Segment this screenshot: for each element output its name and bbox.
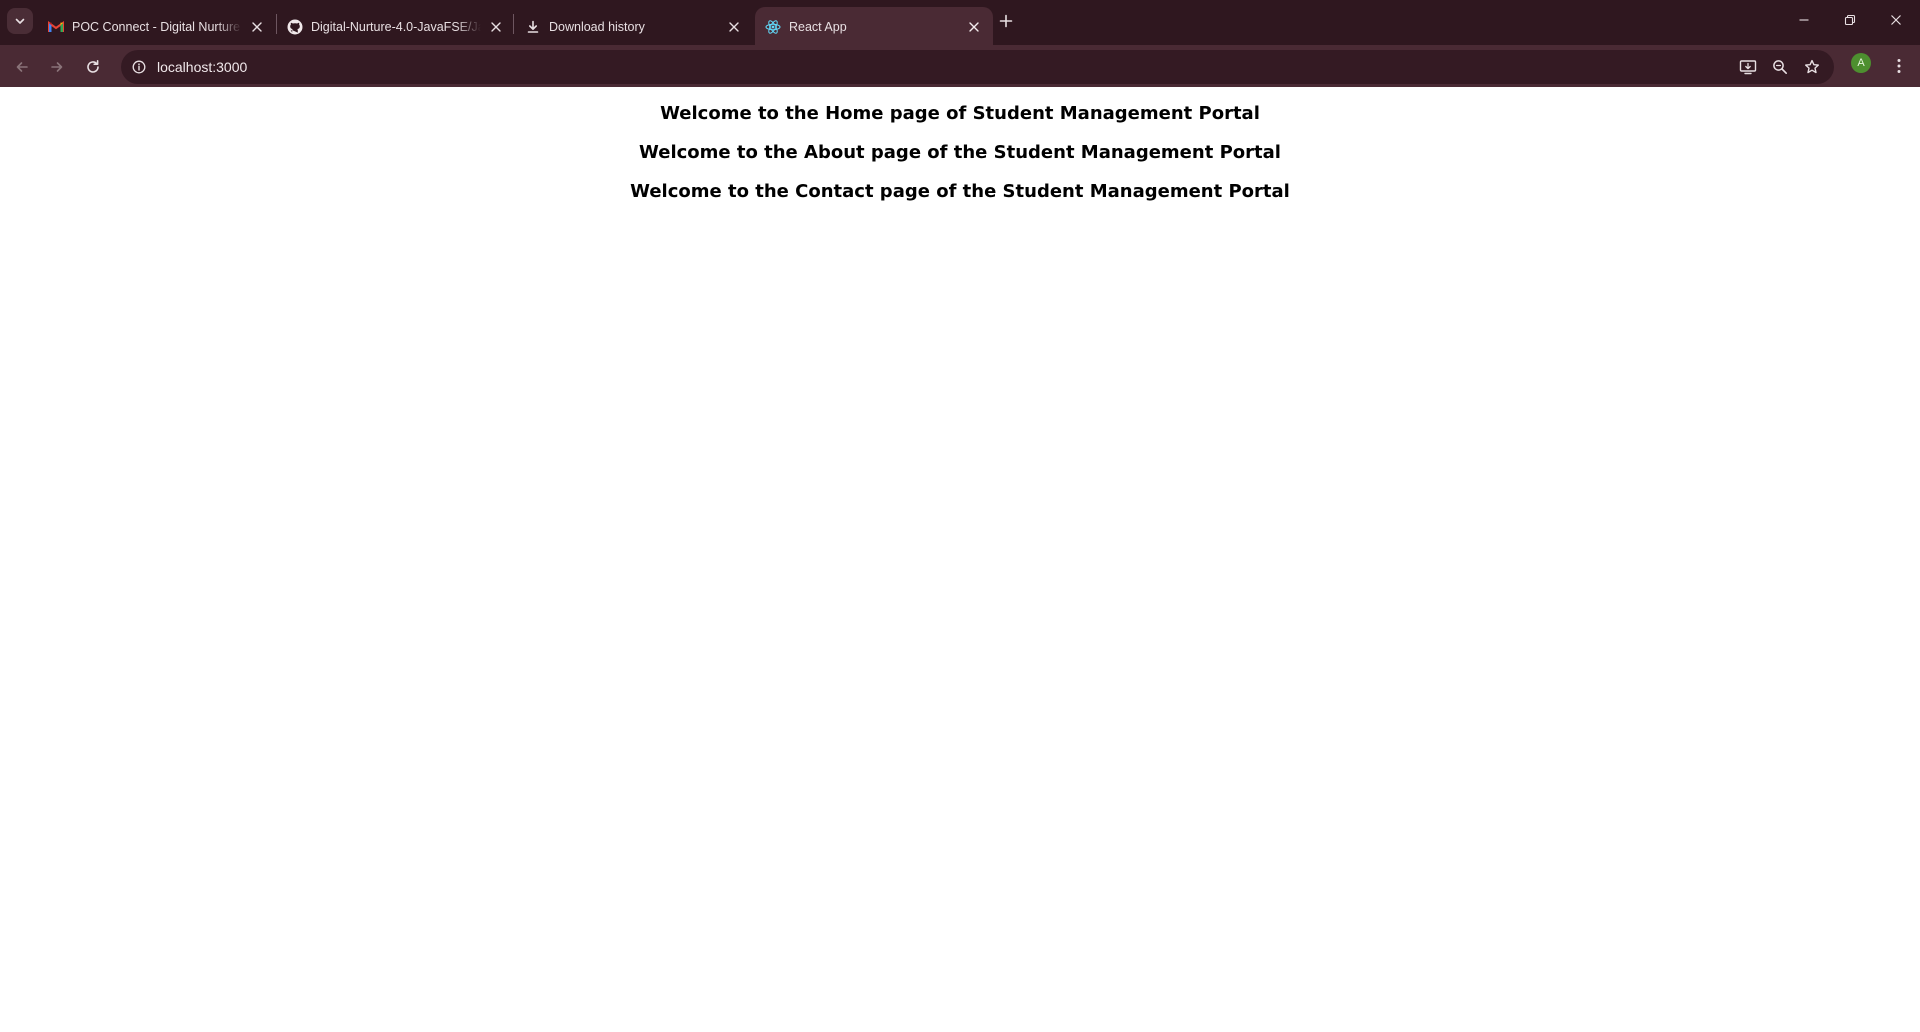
browser-toolbar: localhost:3000 A: [0, 45, 1920, 87]
close-icon[interactable]: [487, 18, 505, 36]
close-icon[interactable]: [725, 18, 743, 36]
chevron-down-icon: [15, 18, 25, 24]
tab-poc-connect[interactable]: POC Connect - Digital Nurture 4: [38, 7, 276, 45]
forward-button[interactable]: [43, 53, 71, 81]
close-icon[interactable]: [965, 18, 983, 36]
zoom-icon[interactable]: [1769, 56, 1791, 78]
minimize-icon: [1799, 19, 1809, 21]
tab-title: Download history: [549, 20, 645, 34]
tab-react-app[interactable]: React App: [755, 7, 993, 45]
profile-avatar[interactable]: A: [1851, 53, 1871, 73]
close-icon: [1891, 15, 1901, 25]
tab-title: POC Connect - Digital Nurture 4: [72, 20, 242, 34]
back-button[interactable]: [8, 53, 36, 81]
download-icon: [525, 19, 541, 35]
tab-divider: [513, 14, 514, 34]
home-heading: Welcome to the Home page of Student Mana…: [660, 103, 1260, 124]
restore-button[interactable]: [1827, 6, 1873, 34]
address-bar[interactable]: localhost:3000: [121, 50, 1834, 84]
close-window-button[interactable]: [1873, 6, 1919, 34]
arrow-left-icon: [16, 62, 28, 72]
tab-strip: POC Connect - Digital Nurture 4 Digital-…: [0, 0, 1920, 45]
restore-icon: [1844, 14, 1856, 26]
tab-github[interactable]: Digital-Nurture-4.0-JavaFSE/Java: [277, 7, 515, 45]
arrow-right-icon: [51, 62, 63, 72]
new-tab-button[interactable]: [994, 9, 1018, 33]
tab-title: React App: [789, 20, 847, 34]
install-app-icon[interactable]: [1737, 56, 1759, 78]
gmail-icon: [48, 19, 64, 35]
react-icon: [765, 19, 781, 35]
reload-button[interactable]: [79, 53, 107, 81]
tab-download-history[interactable]: Download history: [515, 7, 753, 45]
close-icon[interactable]: [248, 18, 266, 36]
minimize-button[interactable]: [1781, 6, 1827, 34]
contact-heading: Welcome to the Contact page of the Stude…: [630, 181, 1290, 202]
tab-search-button[interactable]: [7, 8, 33, 34]
site-info-icon[interactable]: [130, 58, 148, 76]
page-content: Welcome to the Home page of Student Mana…: [0, 87, 1920, 1032]
more-vertical-icon: [1897, 59, 1901, 73]
url-text: localhost:3000: [157, 59, 248, 75]
tab-title: Digital-Nurture-4.0-JavaFSE/Java: [311, 20, 481, 34]
reload-icon: [87, 60, 99, 73]
browser-menu-button[interactable]: [1888, 53, 1910, 79]
about-heading: Welcome to the About page of the Student…: [639, 142, 1281, 163]
bookmark-star-icon[interactable]: [1801, 56, 1823, 78]
github-icon: [287, 19, 303, 35]
plus-icon: [999, 14, 1013, 28]
